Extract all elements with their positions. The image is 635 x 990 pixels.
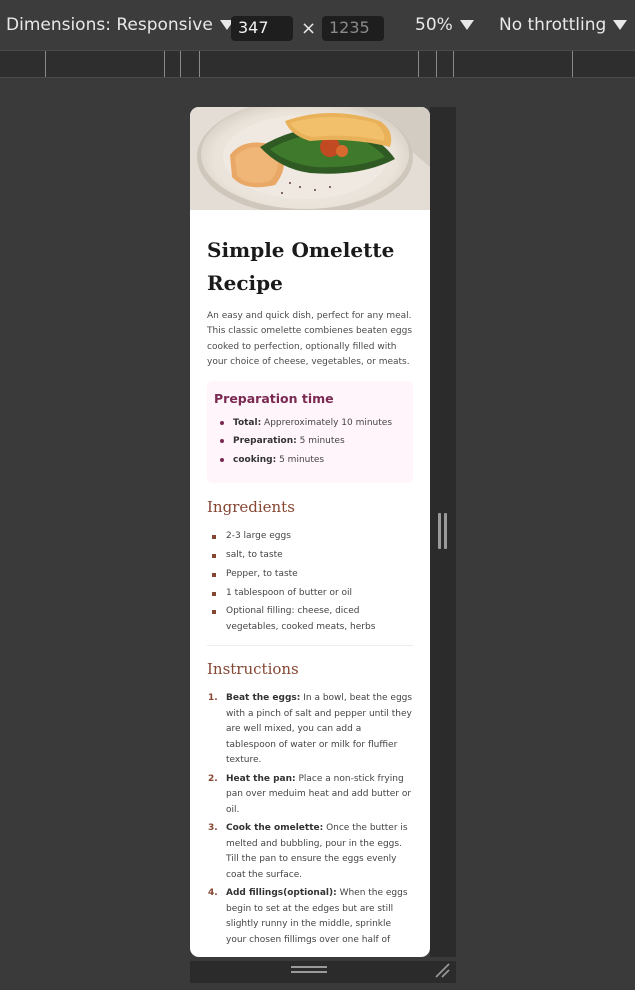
ingredients-heading: Ingredients xyxy=(207,498,295,517)
height-resize-handle[interactable] xyxy=(190,961,456,983)
list-item: 3. Cook the omelette: Once the butter is … xyxy=(207,821,413,883)
step-number: 3. xyxy=(208,823,218,834)
emulated-device-screen: Simple Omelette Recipe An easy and quick… xyxy=(190,107,430,957)
devtools-device-toolbar: Dimensions: Responsive 347 × 1235 50% No… xyxy=(0,0,635,50)
ingredients-list: 2-3 large eggs salt, to taste Pepper, to… xyxy=(207,529,413,635)
grip-line xyxy=(291,966,327,968)
prep-value: 5 minutes xyxy=(276,454,325,465)
prep-heading: Preparation time xyxy=(214,390,334,406)
grip-line xyxy=(438,513,441,549)
instructions-list: 1. Beat the eggs: In a bowl, beat the egg… xyxy=(207,691,413,948)
list-item: 4. Add fillings(optional): When the eggs … xyxy=(207,886,413,948)
preparation-time-box: Preparation time Total: Appreroximately … xyxy=(207,380,413,484)
step-number: 1. xyxy=(208,693,218,704)
recipe-card: Simple Omelette Recipe An easy and quick… xyxy=(190,210,430,948)
ruler-tick xyxy=(164,51,165,77)
step-text: In a bowl, beat the eggs with a pinch of… xyxy=(226,693,413,765)
step-label: Heat the pan: xyxy=(226,773,296,784)
divider xyxy=(207,645,413,647)
ruler-tick xyxy=(436,51,437,77)
prep-value: 5 minutes xyxy=(296,436,345,447)
dimensions-dropdown[interactable]: Dimensions: Responsive xyxy=(6,0,234,50)
grip-line xyxy=(444,513,447,549)
list-item: cooking: 5 minutes xyxy=(214,451,404,470)
zoom-dropdown[interactable]: 50% xyxy=(415,0,474,50)
prep-label: Total: xyxy=(233,417,262,428)
chevron-down-icon xyxy=(613,20,628,30)
zoom-label: 50% xyxy=(415,15,453,35)
list-item: Preparation: 5 minutes xyxy=(214,432,404,451)
ruler-tick xyxy=(453,51,454,77)
ruler-tick xyxy=(45,51,46,77)
prep-label: Preparation: xyxy=(233,436,297,447)
step-label: Cook the omelette: xyxy=(226,823,324,834)
ruler-tick xyxy=(418,51,419,77)
list-item: Optional filling: cheese, diced vegetabl… xyxy=(207,604,413,635)
list-item: Total: Appreroximately 10 minutes xyxy=(214,414,404,433)
grip-line xyxy=(291,971,327,973)
chevron-down-icon xyxy=(459,20,474,30)
width-input[interactable]: 347 xyxy=(231,16,293,41)
instructions-heading: Instructions xyxy=(207,660,299,679)
step-label: Add fillings(optional): xyxy=(226,888,337,899)
corner-resize-icon[interactable] xyxy=(434,962,450,978)
list-item: 2-3 large eggs xyxy=(207,529,413,545)
page-title: Simple Omelette Recipe xyxy=(207,238,395,295)
list-item: salt, to taste xyxy=(207,548,413,564)
prep-value: Appreroximately 10 minutes xyxy=(261,417,393,428)
step-number: 2. xyxy=(208,773,218,784)
prep-label: cooking: xyxy=(233,454,277,465)
height-input[interactable]: 1235 xyxy=(322,16,384,41)
omelette-photo xyxy=(190,107,430,210)
ruler-tick xyxy=(572,51,573,77)
omelette-hero-image xyxy=(190,107,430,210)
throttling-label: No throttling xyxy=(499,15,607,35)
width-resize-handle[interactable] xyxy=(430,107,456,957)
list-item: 2. Heat the pan: Place a non-stick frying… xyxy=(207,772,413,818)
list-item: 1. Beat the eggs: In a bowl, beat the egg… xyxy=(207,691,413,768)
throttling-dropdown[interactable]: No throttling xyxy=(499,0,628,50)
list-item: 1 tablespoon of butter or oil xyxy=(207,586,413,602)
recipe-intro: An easy and quick dish, perfect for any … xyxy=(207,311,413,368)
dimensions-label: Dimensions: Responsive xyxy=(6,15,213,35)
media-query-ruler[interactable] xyxy=(0,50,635,78)
step-label: Beat the eggs: xyxy=(226,693,301,704)
dimension-separator: × xyxy=(301,18,317,39)
list-item: Pepper, to taste xyxy=(207,567,413,583)
step-number: 4. xyxy=(208,888,218,899)
ruler-tick xyxy=(199,51,200,77)
ruler-tick xyxy=(180,51,181,77)
